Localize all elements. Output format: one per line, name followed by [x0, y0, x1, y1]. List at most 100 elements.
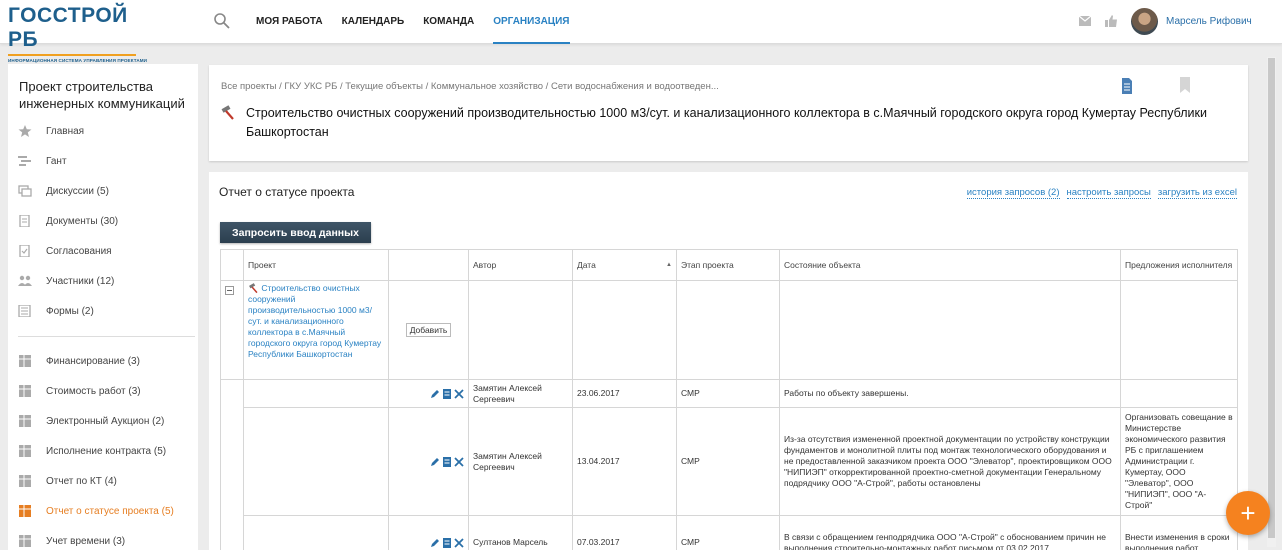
upload-excel-link[interactable]: загрузить из excel	[1157, 187, 1237, 199]
delete-icon[interactable]	[454, 388, 464, 399]
sidebar-item-financing[interactable]: Финансирование (3)	[18, 352, 140, 370]
sidebar-item-forms[interactable]: Формы (2)	[18, 302, 94, 320]
document-icon[interactable]	[442, 388, 452, 399]
expand-cell	[220, 280, 244, 380]
nav-calendar[interactable]: КАЛЕНДАРЬ	[342, 0, 405, 44]
table-row: Замятин Алексей Сергеевич 13.04.2017 СМР…	[220, 407, 1238, 516]
col-stage[interactable]: Этап проекта	[676, 249, 780, 281]
sidebar-divider	[18, 336, 195, 337]
thumbs-up-icon[interactable]	[1104, 15, 1118, 27]
col-actions	[388, 249, 469, 281]
sidebar: Проект строительства инженерных коммуник…	[8, 64, 198, 550]
document-icon[interactable]	[1121, 78, 1133, 94]
bookmark-icon[interactable]	[1179, 77, 1191, 93]
table-icon	[19, 535, 31, 547]
col-state[interactable]: Состояние объекта	[779, 249, 1121, 281]
table-cell	[676, 280, 780, 380]
table-row: Султанов Марсель 07.03.2017 СМР В связи …	[220, 515, 1238, 550]
author-cell: Султанов Марсель	[468, 515, 573, 550]
user-name[interactable]: Марсель Рифович	[1166, 16, 1252, 27]
sidebar-item-contract[interactable]: Исполнение контракта (5)	[18, 442, 166, 460]
avatar[interactable]	[1131, 8, 1158, 35]
sidebar-item-label: Согласования	[46, 245, 112, 257]
project-group-row: Строительство очистных сооружений произв…	[220, 280, 1238, 380]
table-icon	[19, 415, 31, 427]
nav-team[interactable]: КОМАНДА	[423, 0, 474, 44]
col-date-label: Дата	[577, 259, 596, 270]
project-title: Строительство очистных сооружений произв…	[246, 106, 1207, 139]
section-title: Отчет о статусе проекта	[219, 185, 355, 199]
search-icon[interactable]	[213, 12, 231, 30]
edit-icon[interactable]	[430, 538, 440, 548]
add-fab-button[interactable]: +	[1226, 491, 1270, 535]
table-cell	[243, 515, 389, 550]
configure-requests-link[interactable]: настроить запросы	[1066, 187, 1151, 199]
table-cell	[572, 280, 677, 380]
sidebar-item-label: Главная	[46, 125, 85, 137]
sidebar-item-label: Финансирование (3)	[46, 355, 140, 367]
table-icon	[19, 355, 31, 367]
sidebar-item-kt-report[interactable]: Отчет по КТ (4)	[18, 472, 117, 490]
table-icon	[19, 385, 31, 397]
indent-cell	[220, 515, 244, 550]
logo-subtitle: ИНФОРМАЦИОННАЯ СИСТЕМА УПРАВЛЕНИЯ ПРОЕКТ…	[8, 58, 148, 63]
nav-my-work[interactable]: МОЯ РАБОТА	[256, 0, 323, 44]
add-button[interactable]: Добавить	[405, 323, 452, 337]
gantt-icon	[18, 156, 31, 166]
project-header: Все проекты / ГКУ УКС РБ / Текущие объек…	[209, 65, 1248, 161]
sidebar-item-time-tracking[interactable]: Учет времени (3)	[18, 532, 125, 550]
sidebar-item-approvals[interactable]: Согласования	[18, 242, 112, 260]
col-project[interactable]: Проект	[243, 249, 389, 281]
col-proposal[interactable]: Предложения исполнителя	[1120, 249, 1238, 281]
table-icon	[19, 445, 31, 457]
delete-icon[interactable]	[454, 537, 464, 548]
indent-cell	[220, 407, 244, 516]
row-actions	[388, 379, 469, 408]
stage-cell: СМР	[676, 407, 780, 516]
sidebar-item-label: Отчет по КТ (4)	[46, 475, 117, 487]
row-actions	[388, 407, 469, 516]
request-history-link[interactable]: история запросов (2)	[966, 187, 1060, 199]
document-icon[interactable]	[442, 537, 452, 548]
date-cell: 07.03.2017	[572, 515, 677, 550]
author-cell: Замятин Алексей Сергеевич	[468, 407, 573, 516]
sidebar-item-participants[interactable]: Участники (12)	[18, 272, 114, 290]
sidebar-item-status-report[interactable]: Отчет о статусе проекта (5)	[18, 502, 174, 520]
sidebar-item-label: Исполнение контракта (5)	[46, 445, 167, 457]
edit-icon[interactable]	[430, 389, 440, 399]
stage-cell: СМР	[676, 379, 780, 408]
add-cell: Добавить	[388, 280, 469, 380]
nav-organization[interactable]: ОРГАНИЗАЦИЯ	[493, 0, 570, 44]
document-icon[interactable]	[442, 456, 452, 467]
proposal-cell: Организовать совещание в Министерстве эк…	[1120, 407, 1238, 516]
sidebar-item-label: Дискуссии (5)	[46, 185, 109, 197]
edit-icon[interactable]	[430, 457, 440, 467]
sidebar-item-label: Учет времени (3)	[46, 535, 126, 547]
table-row: Замятин Алексей Сергеевич 23.06.2017 СМР…	[220, 379, 1238, 408]
mail-icon[interactable]	[1078, 15, 1092, 27]
breadcrumb[interactable]: Все проекты / ГКУ УКС РБ / Текущие объек…	[221, 81, 719, 92]
sidebar-item-documents[interactable]: Документы (30)	[18, 212, 118, 230]
sidebar-item-gantt[interactable]: Гант	[18, 152, 67, 170]
table-cell	[779, 280, 1121, 380]
sort-asc-icon[interactable]: ▲	[666, 260, 672, 271]
form-icon	[18, 305, 31, 317]
project-link[interactable]: Строительство очистных сооружений произв…	[248, 283, 381, 359]
approval-icon	[19, 245, 30, 257]
sidebar-item-home[interactable]: Главная	[18, 122, 84, 140]
star-icon	[18, 125, 32, 137]
delete-icon[interactable]	[454, 456, 464, 467]
sidebar-item-work-cost[interactable]: Стоимость работ (3)	[18, 382, 141, 400]
logo[interactable]: ГОССТРОЙ РБ ИНФОРМАЦИОННАЯ СИСТЕМА УПРАВ…	[8, 4, 148, 63]
col-date[interactable]: Дата ▲	[572, 249, 677, 281]
collapse-icon[interactable]	[225, 286, 234, 295]
col-expand	[220, 249, 244, 281]
scrollbar-thumb[interactable]	[1268, 58, 1275, 538]
sidebar-item-discussions[interactable]: Дискуссии (5)	[18, 182, 109, 200]
table-header-row: Проект Автор Дата ▲ Этап проекта Состояни…	[220, 249, 1238, 281]
col-author[interactable]: Автор	[468, 249, 573, 281]
state-cell: Из-за отсутствия измененной проектной до…	[779, 407, 1121, 516]
request-data-button[interactable]: Запросить ввод данных	[220, 222, 371, 243]
logo-title: ГОССТРОЙ РБ	[8, 4, 128, 51]
sidebar-item-auction[interactable]: Электронный Аукцион (2)	[18, 412, 164, 430]
